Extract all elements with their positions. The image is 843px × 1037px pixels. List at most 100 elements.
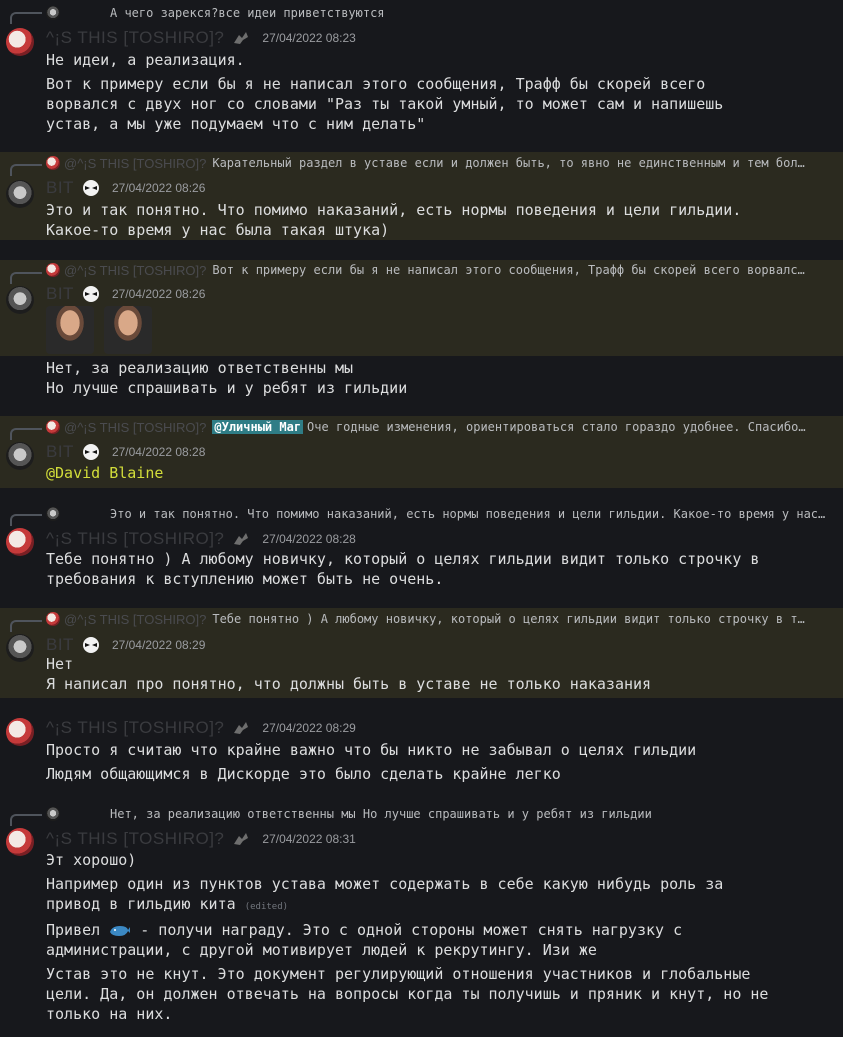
avatar[interactable]	[6, 286, 34, 314]
message-text: Не идеи, а реализация.	[46, 51, 245, 69]
mask-icon	[82, 180, 99, 196]
message-header: ^¡S THIS [TOSHIRO]? 27/04/2022 08:29	[46, 718, 356, 738]
timestamp: 27/04/2022 08:23	[262, 31, 356, 45]
dragon-icon	[234, 722, 249, 734]
timestamp: 27/04/2022 08:29	[262, 721, 356, 735]
reply-preview[interactable]: @^¡S THIS [TOSHIRO]? Карательный раздел …	[46, 155, 833, 171]
username[interactable]: BIT	[46, 178, 74, 198]
message-header: ^¡S THIS [TOSHIRO]? 27/04/2022 08:28	[46, 529, 356, 549]
reply-mention[interactable]: @Уличный Маг	[212, 420, 304, 434]
avatar[interactable]	[6, 634, 34, 662]
laughing-man-emoji[interactable]	[46, 306, 94, 354]
reply-avatar	[46, 420, 60, 434]
message-4: @^¡S THIS [TOSHIRO]? @Уличный Маг Оче го…	[0, 416, 843, 488]
message-text-part: Привел	[46, 921, 110, 939]
reply-connector	[10, 514, 42, 526]
user-mention[interactable]: @David Blaine	[46, 463, 813, 483]
reply-text: Карательный раздел в уставе если и долже…	[212, 156, 805, 170]
message-8: Нет, за реализацию ответственны мы Но лу…	[0, 802, 843, 1037]
timestamp: 27/04/2022 08:29	[111, 638, 206, 652]
message-text: Нет, за реализацию ответственны мы Но лу…	[46, 359, 408, 397]
message-text: Например один из пунктов устава может со…	[46, 874, 813, 917]
reply-preview[interactable]: Нет, за реализацию ответственны мы Но лу…	[46, 806, 833, 822]
message-text-part: - получи награду. Это с одной стороны мо…	[46, 921, 683, 959]
dragon-icon	[234, 32, 249, 44]
reply-connector	[10, 620, 42, 632]
timestamp: 27/04/2022 08:28	[262, 532, 356, 546]
reply-avatar	[46, 807, 60, 821]
message-text: Устав это не кнут. Это документ регулиру…	[46, 965, 769, 1023]
message-text: Это и так понятно. Что помимо наказаний,…	[46, 201, 742, 239]
mask-icon	[82, 637, 99, 653]
reply-preview[interactable]: А чего зарекся?все идеи приветствуются	[46, 5, 833, 21]
reply-author: @^¡S THIS [TOSHIRO]?	[64, 155, 207, 171]
timestamp: 27/04/2022 08:26	[111, 287, 206, 301]
message-3-text: Нет, за реализацию ответственны мы Но лу…	[0, 356, 843, 400]
reply-author: @^¡S THIS [TOSHIRO]?	[64, 611, 207, 627]
message-header: BIT 27/04/2022 08:29	[46, 635, 205, 655]
dragon-icon	[234, 533, 249, 545]
reply-preview[interactable]: @^¡S THIS [TOSHIRO]? @Уличный Маг Оче го…	[46, 419, 833, 435]
reply-avatar	[46, 263, 60, 277]
timestamp: 27/04/2022 08:31	[262, 832, 356, 846]
reply-connector	[10, 428, 42, 440]
reply-text: Нет, за реализацию ответственны мы Но лу…	[110, 807, 652, 821]
reply-text: Вот к примеру если бы я не написал этого…	[212, 263, 805, 277]
reply-preview[interactable]: Это и так понятно. Что помимо наказаний,…	[46, 506, 833, 522]
username[interactable]: ^¡S THIS [TOSHIRO]?	[46, 718, 224, 738]
message-text: Нет Я написал про понятно, что должны бы…	[46, 655, 652, 693]
reply-text: Тебе понятно ) А любому новичку, который…	[212, 612, 805, 626]
reply-connector	[10, 164, 42, 176]
avatar[interactable]	[6, 718, 34, 746]
whale-emoji-icon	[110, 926, 131, 936]
avatar[interactable]	[6, 28, 34, 56]
avatar[interactable]	[6, 528, 34, 556]
edited-label: (edited)	[244, 902, 289, 912]
reply-avatar	[46, 156, 60, 170]
dragon-icon	[234, 833, 249, 845]
message-text: Людям общающимся в Дискорде это было сде…	[46, 765, 561, 783]
message-text: Вот к примеру если бы я не написал этого…	[46, 75, 724, 133]
message-text-part: Например один из пунктов устава может со…	[46, 875, 724, 913]
message-text: Привел - получи награду. Это с одной сто…	[46, 920, 813, 960]
message-1: А чего зарекся?все идеи приветствуются ^…	[0, 0, 843, 150]
reply-avatar	[46, 612, 60, 626]
username[interactable]: BIT	[46, 442, 74, 462]
reply-author: @^¡S THIS [TOSHIRO]?	[64, 419, 207, 435]
reply-preview[interactable]: @^¡S THIS [TOSHIRO]? Вот к примеру если …	[46, 262, 833, 278]
reply-avatar	[46, 507, 60, 521]
username[interactable]: ^¡S THIS [TOSHIRO]?	[46, 28, 224, 48]
mask-icon	[82, 286, 99, 302]
reply-connector	[10, 814, 42, 826]
timestamp: 27/04/2022 08:28	[111, 445, 206, 459]
message-7: ^¡S THIS [TOSHIRO]? 27/04/2022 08:29 Про…	[0, 712, 843, 792]
reply-preview[interactable]: @^¡S THIS [TOSHIRO]? Тебе понятно ) А лю…	[46, 611, 833, 627]
message-text: Тебе понятно ) А любому новичку, который…	[46, 550, 760, 588]
reply-text: А чего зарекся?все идеи приветствуются	[110, 6, 385, 20]
username[interactable]: BIT	[46, 635, 74, 655]
message-5: Это и так понятно. Что помимо наказаний,…	[0, 502, 843, 594]
message-6: @^¡S THIS [TOSHIRO]? Тебе понятно ) А лю…	[0, 608, 843, 698]
message-header: ^¡S THIS [TOSHIRO]? 27/04/2022 08:23	[46, 28, 356, 48]
message-header: BIT 27/04/2022 08:28	[46, 442, 205, 462]
reply-text: Оче годные изменения, ориентироваться ст…	[307, 420, 806, 434]
reply-avatar	[46, 6, 60, 20]
username[interactable]: ^¡S THIS [TOSHIRO]?	[46, 529, 224, 549]
laughing-man-emoji[interactable]	[104, 306, 152, 354]
avatar[interactable]	[6, 828, 34, 856]
message-text: Эт хорошо)	[46, 851, 137, 869]
avatar[interactable]	[6, 180, 34, 208]
message-2: @^¡S THIS [TOSHIRO]? Карательный раздел …	[0, 152, 843, 240]
username[interactable]: BIT	[46, 284, 74, 304]
reply-author: @^¡S THIS [TOSHIRO]?	[64, 262, 207, 278]
emoji-row	[46, 306, 156, 354]
username[interactable]: ^¡S THIS [TOSHIRO]?	[46, 829, 224, 849]
avatar[interactable]	[6, 442, 34, 470]
message-header: BIT 27/04/2022 08:26	[46, 178, 205, 198]
reply-text: Это и так понятно. Что помимо наказаний,…	[110, 507, 826, 521]
reply-connector	[10, 272, 42, 284]
message-text: Просто я считаю что крайне важно что бы …	[46, 741, 697, 759]
reply-connector	[10, 12, 42, 24]
timestamp: 27/04/2022 08:26	[111, 181, 206, 195]
message-header: BIT 27/04/2022 08:26	[46, 284, 205, 304]
